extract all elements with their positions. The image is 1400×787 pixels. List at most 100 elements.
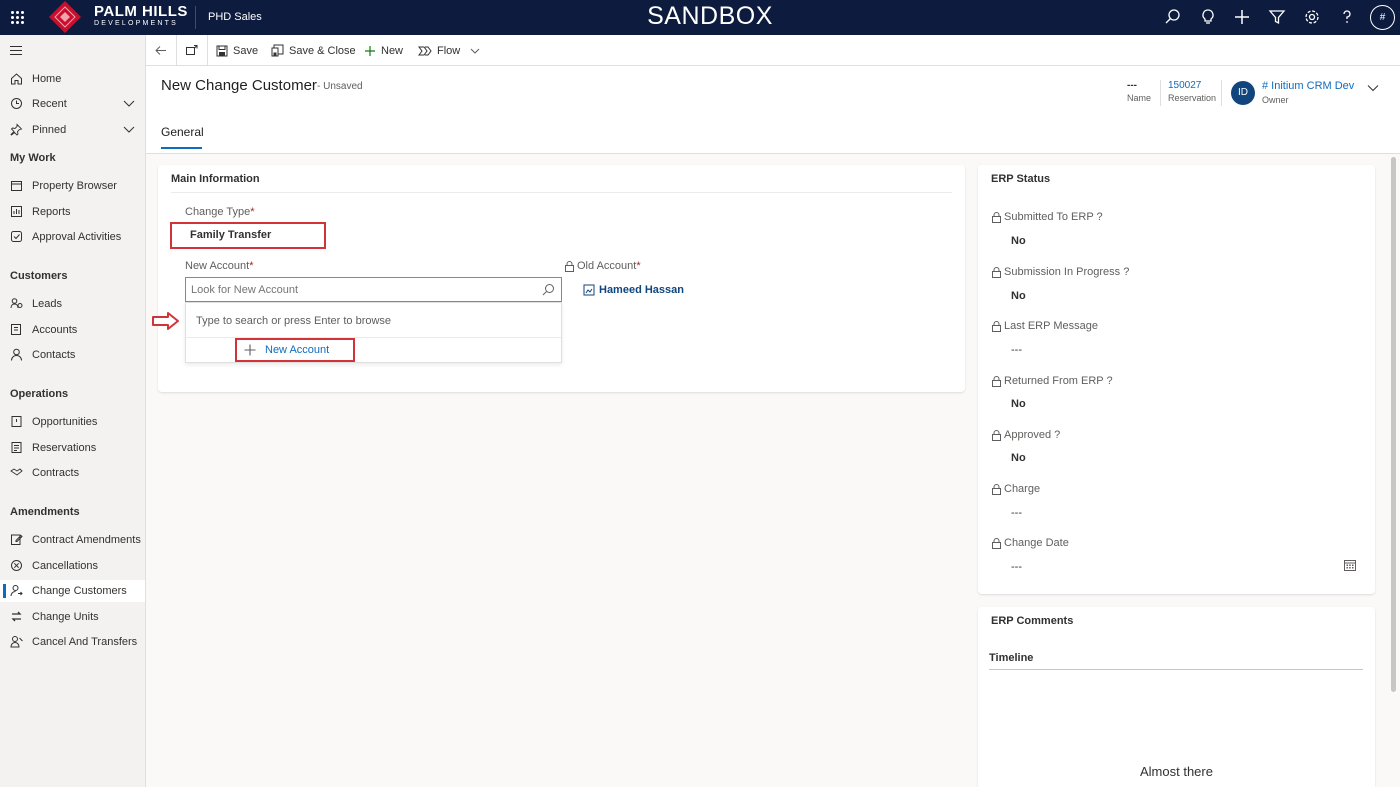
approval-icon [11, 231, 22, 242]
sidebar-item-label: Contracts [32, 467, 80, 479]
required-marker: * [636, 260, 641, 272]
field-label-text: Submission In Progress ? [1004, 266, 1130, 278]
section-title: ERP Status [991, 173, 1051, 185]
page-title: New Change Customer [161, 77, 317, 94]
tab-general[interactable]: General [161, 125, 204, 139]
new-account-lookup[interactable] [185, 277, 562, 302]
returned-from-erp-value: No [1011, 398, 1026, 410]
sidebar-item-pinned[interactable]: Pinned [0, 119, 145, 141]
sidebar-item-property-browser[interactable]: Property Browser [0, 175, 145, 197]
back-button[interactable] [154, 35, 172, 66]
save-label: Save [233, 44, 259, 57]
old-account-link[interactable]: Hameed Hassan [599, 284, 684, 296]
open-new-window-button[interactable] [185, 35, 203, 66]
approved-value: No [1011, 452, 1026, 464]
change-type-label: Change Type* [185, 206, 255, 218]
section-title: Main Information [171, 173, 260, 185]
reservation-icon [11, 442, 22, 453]
returned-from-erp-label: Returned From ERP ? [992, 375, 1113, 387]
lock-icon [565, 260, 574, 272]
save-and-close-button[interactable]: Save & Close [271, 35, 356, 66]
header-separator [1160, 80, 1161, 106]
flow-button[interactable]: Flow [418, 35, 485, 66]
person-icon [11, 348, 22, 361]
sidebar-item-leads[interactable]: Leads [0, 293, 145, 315]
top-navigation-bar: PALM HILLS DEVELOPMENTS PHD Sales SANDBO… [0, 0, 1400, 35]
sidebar-item-approval-activities[interactable]: Approval Activities [0, 226, 145, 248]
leads-icon [10, 298, 23, 309]
sidebar-item-cancellations[interactable]: Cancellations [0, 555, 145, 577]
sidebar-item-reservations[interactable]: Reservations [0, 437, 145, 459]
field-label-text: Charge [1004, 483, 1041, 495]
save-icon [216, 45, 228, 56]
search-icon[interactable] [1164, 8, 1182, 26]
sidebar-item-contacts[interactable]: Contacts [0, 344, 145, 366]
command-separator [176, 35, 177, 66]
sidebar-item-label: Change Units [32, 611, 99, 623]
sidebar-item-change-units[interactable]: Change Units [0, 606, 145, 628]
owner-avatar: ID [1231, 81, 1255, 105]
pin-icon [10, 123, 23, 136]
palm-hills-logo-icon [49, 1, 81, 33]
sidebar-item-contracts[interactable]: Contracts [0, 462, 145, 484]
save-close-icon [271, 44, 284, 57]
sidebar-group-title: Operations [10, 388, 69, 400]
help-icon[interactable] [1338, 8, 1356, 26]
field-label-text: Change Date [1004, 537, 1069, 549]
chevron-down-icon[interactable] [123, 124, 135, 134]
submission-in-progress-label: Submission In Progress ? [992, 266, 1129, 278]
plus-icon[interactable] [1233, 8, 1251, 26]
new-account-search-input[interactable] [186, 278, 526, 301]
sidebar-item-opportunities[interactable]: Opportunities [0, 411, 145, 433]
search-icon[interactable] [542, 283, 555, 296]
chevron-down-icon[interactable] [123, 98, 135, 108]
sidebar-item-recent[interactable]: Recent [0, 93, 145, 115]
timeline-label: Timeline [989, 652, 1034, 664]
lightbulb-icon[interactable] [1199, 8, 1217, 26]
header-field-reservation[interactable]: 150027 Reservation [1168, 80, 1216, 103]
lock-icon [992, 266, 1001, 278]
new-account-label: New Account* [185, 260, 253, 272]
opportunity-icon [11, 416, 22, 427]
sidebar-item-label: Cancellations [32, 560, 99, 572]
clock-icon [11, 98, 22, 109]
brand-name: PALM HILLS [94, 3, 188, 20]
sidebar-item-label: Contract Amendments [32, 534, 141, 546]
header-field-name: --- Name [1127, 80, 1151, 103]
sidebar-item-cancel-and-transfers[interactable]: Cancel And Transfers [0, 631, 145, 653]
calendar-icon [11, 181, 22, 191]
sidebar-item-accounts[interactable]: Accounts [0, 319, 145, 341]
form-scrollbar[interactable] [1391, 157, 1396, 692]
header-separator [1221, 80, 1222, 106]
expand-header-chevron-icon[interactable] [1367, 83, 1379, 93]
save-button[interactable]: Save [216, 35, 258, 66]
filter-icon[interactable] [1268, 8, 1286, 26]
flow-icon [418, 46, 432, 55]
sidebar-item-contract-amendments[interactable]: Contract Amendments [0, 529, 145, 551]
sidebar-item-home[interactable]: Home [0, 68, 145, 90]
owner-link[interactable]: # Initium CRM Dev [1262, 80, 1354, 92]
calendar-icon[interactable] [1344, 559, 1356, 571]
sidebar-item-label: Contacts [32, 349, 76, 361]
brand-subtitle: DEVELOPMENTS [94, 20, 178, 27]
hamburger-menu-icon[interactable] [10, 46, 22, 58]
app-launcher-icon[interactable] [11, 11, 24, 24]
owner-label: Owner [1262, 95, 1289, 105]
gear-icon[interactable] [1303, 8, 1321, 26]
sidebar-group-title: Amendments [10, 506, 80, 518]
reservation-link[interactable]: 150027 [1168, 80, 1216, 91]
cancel-icon [11, 560, 22, 571]
new-label: New [381, 44, 404, 57]
lock-icon [992, 375, 1001, 387]
sitemap-sidebar: Home Recent Pinned My Work Property Brow… [0, 35, 146, 787]
new-button[interactable]: New [364, 35, 403, 66]
app-name[interactable]: PHD Sales [208, 11, 262, 23]
section-divider [171, 192, 952, 193]
sidebar-item-change-customers[interactable]: Change Customers [0, 580, 145, 602]
change-type-select[interactable]: Family Transfer [190, 229, 271, 241]
user-avatar[interactable]: # [1370, 5, 1395, 30]
red-arrow-annotation-icon [152, 312, 179, 330]
sidebar-item-label: Approval Activities [32, 231, 122, 243]
sidebar-item-reports[interactable]: Reports [0, 201, 145, 223]
submission-in-progress-value: No [1011, 290, 1026, 302]
